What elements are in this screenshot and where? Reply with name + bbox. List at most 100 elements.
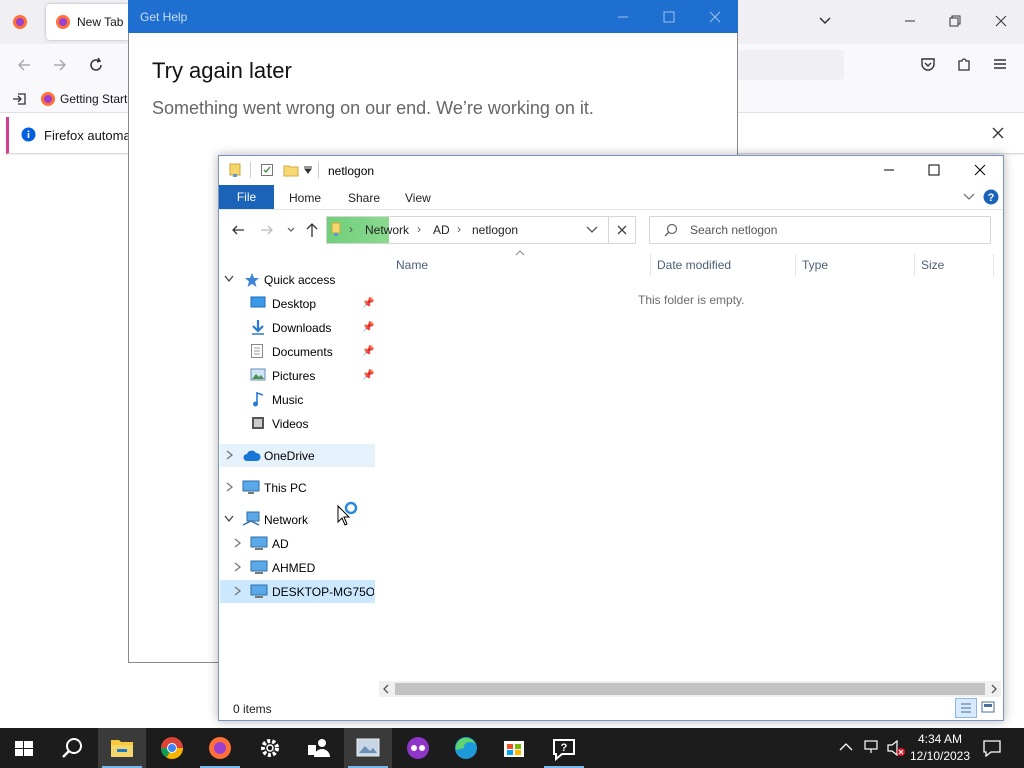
get-help-maximize-icon[interactable] bbox=[662, 10, 676, 24]
show-hidden-icons-icon[interactable] bbox=[839, 742, 853, 752]
explorer-close-icon[interactable] bbox=[973, 163, 987, 177]
desktop-icon bbox=[250, 296, 266, 310]
breadcrumb-separator: › bbox=[457, 222, 461, 236]
nav-pictures[interactable]: Pictures bbox=[272, 369, 315, 383]
breadcrumb-separator: › bbox=[349, 222, 353, 236]
taskbar-app[interactable] bbox=[344, 728, 392, 768]
firefox-menu-icon[interactable] bbox=[12, 14, 28, 30]
clock-time[interactable]: 4:34 AM bbox=[912, 732, 968, 746]
desktop-pc-expand-icon[interactable] bbox=[234, 586, 242, 596]
nav-desktop[interactable]: Desktop bbox=[272, 297, 316, 311]
taskbar-file-explorer[interactable] bbox=[98, 728, 146, 768]
get-help-titlebar bbox=[128, 0, 738, 33]
nav-quick-access[interactable]: Quick access bbox=[264, 273, 335, 287]
nav-ahmed[interactable]: AHMED bbox=[272, 561, 315, 575]
volume-muted-icon[interactable] bbox=[886, 739, 906, 757]
nav-music[interactable]: Music bbox=[272, 393, 303, 407]
firefox-close-icon[interactable] bbox=[994, 14, 1008, 28]
clock-date[interactable]: 12/10/2023 bbox=[906, 749, 974, 763]
network-status-icon[interactable] bbox=[862, 739, 880, 755]
taskbar-chrome[interactable] bbox=[148, 728, 196, 768]
recent-locations-icon[interactable] bbox=[287, 226, 295, 234]
nav-this-pc[interactable]: This PC bbox=[264, 481, 307, 495]
svg-text:?: ? bbox=[988, 192, 995, 204]
network-collapse-icon[interactable] bbox=[224, 515, 234, 523]
pocket-icon[interactable] bbox=[920, 56, 936, 72]
explorer-maximize-icon[interactable] bbox=[927, 163, 941, 177]
extensions-icon[interactable] bbox=[956, 56, 972, 72]
explorer-minimize-icon[interactable] bbox=[882, 163, 896, 177]
taskbar-store[interactable] bbox=[490, 728, 538, 768]
firefox-restore-icon[interactable] bbox=[948, 14, 962, 28]
back-icon[interactable] bbox=[16, 57, 32, 73]
column-separator[interactable] bbox=[914, 254, 915, 276]
this-pc-expand-icon[interactable] bbox=[226, 482, 234, 492]
ribbon-divider bbox=[219, 209, 1003, 210]
get-help-minimize-icon[interactable] bbox=[616, 10, 630, 24]
ad-expand-icon[interactable] bbox=[234, 538, 242, 548]
properties-icon[interactable] bbox=[260, 163, 274, 177]
nav-desktop-pc[interactable]: DESKTOP-MG75OG bbox=[272, 585, 374, 599]
ribbon-tab-home[interactable]: Home bbox=[289, 191, 321, 205]
scroll-right-icon[interactable] bbox=[990, 684, 998, 694]
breadcrumb-netlogon[interactable]: netlogon bbox=[472, 223, 518, 237]
nav-network[interactable]: Network bbox=[264, 513, 308, 527]
firefox-minimize-icon[interactable] bbox=[903, 14, 917, 28]
column-separator[interactable] bbox=[993, 254, 994, 276]
action-center-icon[interactable] bbox=[983, 739, 1001, 757]
taskbar-game[interactable] bbox=[394, 728, 442, 768]
explorer-title: netlogon bbox=[328, 164, 375, 178]
nav-back-icon[interactable] bbox=[231, 223, 245, 237]
taskbar-settings[interactable] bbox=[246, 728, 294, 768]
ahmed-expand-icon[interactable] bbox=[234, 562, 242, 572]
app-menu-icon[interactable] bbox=[992, 56, 1008, 72]
ribbon-tab-share[interactable]: Share bbox=[348, 191, 380, 205]
nav-forward-icon[interactable] bbox=[260, 223, 274, 237]
start-button[interactable] bbox=[0, 728, 48, 768]
forward-icon[interactable] bbox=[52, 57, 68, 73]
column-date-modified[interactable]: Date modified bbox=[657, 258, 731, 272]
taskbar-get-help[interactable]: ? bbox=[540, 728, 588, 768]
get-help-close-icon[interactable] bbox=[708, 10, 722, 24]
column-separator[interactable] bbox=[650, 254, 651, 276]
nav-documents[interactable]: Documents bbox=[272, 345, 333, 359]
ribbon-tab-file[interactable]: File bbox=[219, 185, 274, 209]
horizontal-scroll-thumb[interactable] bbox=[395, 683, 985, 695]
new-folder-icon[interactable] bbox=[283, 163, 299, 177]
list-tabs-chevron-icon[interactable] bbox=[818, 14, 832, 28]
address-dropdown-icon[interactable] bbox=[586, 226, 598, 234]
help-icon[interactable]: ? bbox=[983, 189, 999, 205]
onedrive-expand-icon[interactable] bbox=[226, 450, 234, 460]
nav-videos[interactable]: Videos bbox=[272, 417, 308, 431]
nav-up-icon[interactable] bbox=[305, 222, 319, 238]
quick-access-collapse-icon[interactable] bbox=[224, 275, 234, 283]
column-type[interactable]: Type bbox=[802, 258, 828, 272]
computer-icon bbox=[250, 536, 268, 552]
import-bookmarks-icon[interactable] bbox=[12, 91, 28, 107]
notification-close-icon[interactable] bbox=[992, 127, 1004, 139]
large-icons-view-icon[interactable] bbox=[980, 700, 996, 714]
nav-onedrive[interactable]: OneDrive bbox=[264, 449, 315, 463]
bookmark-getting-started[interactable]: Getting Starte bbox=[60, 92, 134, 106]
column-name[interactable]: Name bbox=[396, 258, 428, 272]
breadcrumb-ad[interactable]: AD bbox=[433, 223, 450, 237]
column-size[interactable]: Size bbox=[921, 258, 944, 272]
this-pc-icon bbox=[242, 480, 260, 496]
taskbar-edge[interactable] bbox=[442, 728, 490, 768]
taskbar-firefox[interactable] bbox=[196, 728, 244, 768]
qat-dropdown-icon[interactable] bbox=[304, 166, 312, 174]
search-button[interactable] bbox=[48, 728, 96, 768]
nav-ad[interactable]: AD bbox=[272, 537, 289, 551]
videos-icon bbox=[251, 416, 265, 430]
scroll-left-icon[interactable] bbox=[382, 684, 390, 694]
game-icon bbox=[407, 737, 429, 759]
details-view-button[interactable] bbox=[955, 698, 977, 718]
ribbon-tab-view[interactable]: View bbox=[405, 191, 431, 205]
url-bar[interactable] bbox=[736, 50, 844, 80]
breadcrumb-network[interactable]: Network bbox=[365, 223, 409, 237]
nav-downloads[interactable]: Downloads bbox=[272, 321, 331, 335]
expand-ribbon-icon[interactable] bbox=[963, 193, 975, 201]
reload-icon[interactable] bbox=[88, 57, 104, 73]
taskbar-people[interactable] bbox=[295, 728, 343, 768]
column-separator[interactable] bbox=[795, 254, 796, 276]
